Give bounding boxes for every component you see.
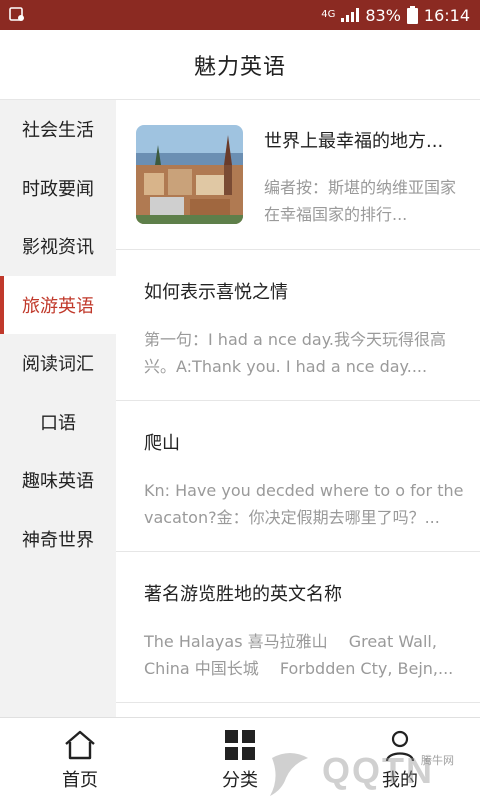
status-bar: 4G 83% 16:14 [0, 0, 480, 30]
article-summary: Kn: Have you decded where to o for the v… [144, 481, 464, 527]
clock: 16:14 [423, 5, 470, 25]
article-thumbnail [136, 125, 243, 224]
sidebar-item-label: 旅游英语 [22, 295, 94, 317]
battery-percent: 83% [365, 5, 401, 25]
battery-icon [406, 6, 418, 24]
list-item[interactable]: 著名游览胜地的英文名称 The Halayas 喜马拉雅山 Great Wall… [116, 552, 480, 703]
article-title: 爬山 [144, 433, 180, 454]
sidebar-item-social-life[interactable]: 社会生活 [0, 100, 116, 159]
page-title: 魅力英语 [193, 54, 286, 80]
nav-home-label: 首页 [62, 770, 98, 791]
sidebar-item-label: 阅读词汇 [22, 354, 94, 376]
sidebar-item-current-affairs[interactable]: 时政要闻 [0, 159, 116, 218]
article-summary: 第一句：I had a nce day.我今天玩得很高兴。A:Thank you… [144, 330, 446, 376]
article-summary: 编者按：斯堪的纳维亚国家在幸福国家的排行... [264, 178, 457, 224]
sidebar-item-fun-english[interactable]: 趣味英语 [0, 451, 116, 510]
grid-icon [224, 730, 256, 764]
sidebar-item-amazing-world[interactable]: 神奇世界 [0, 510, 116, 569]
nav-home-button[interactable]: 首页 [30, 718, 130, 800]
list-item[interactable]: 爬山 Kn: Have you decded where to o for th… [116, 401, 480, 552]
sidebar-item-label: 社会生活 [22, 120, 94, 142]
sidebar-item-spoken[interactable]: 口语 [0, 393, 116, 452]
sidebar-item-label: 时政要闻 [22, 178, 94, 200]
list-item[interactable]: 如何表示喜悦之情 第一句：I had a nce day.我今天玩得很高兴。A:… [116, 250, 480, 401]
network-type: 4G [321, 9, 336, 20]
article-title: 著名游览胜地的英文名称 [144, 584, 342, 605]
sidebar-item-travel-english[interactable]: 旅游英语 [0, 275, 116, 334]
watermark: QQTN 腾牛网 [262, 748, 472, 800]
article-list: 世界上最幸福的地方... 编者按：斯堪的纳维亚国家在幸福国家的排行... 如何表… [116, 100, 480, 717]
watermark-logo-icon [270, 753, 308, 796]
sidebar-item-reading-vocab[interactable]: 阅读词汇 [0, 334, 116, 393]
list-item[interactable] [116, 703, 480, 717]
watermark-small: 腾牛网 [421, 754, 454, 767]
list-item[interactable]: 世界上最幸福的地方... 编者按：斯堪的纳维亚国家在幸福国家的排行... [116, 100, 480, 250]
watermark-brand: QQTN [322, 750, 434, 791]
notification-icon [8, 5, 26, 23]
sidebar-item-label: 影视资讯 [22, 237, 94, 259]
sidebar-item-film-news[interactable]: 影视资讯 [0, 217, 116, 276]
category-sidebar: 社会生活 时政要闻 影视资讯 旅游英语 阅读词汇 口语 趣味英语 神奇世界 [0, 100, 116, 717]
article-title: 如何表示喜悦之情 [144, 282, 288, 303]
sidebar-item-label: 口语 [40, 412, 76, 434]
article-summary: The Halayas 喜马拉雅山 Great Wall, China 中国长城… [144, 632, 454, 678]
signal-icon [341, 8, 360, 22]
sidebar-item-label: 趣味英语 [22, 471, 94, 493]
header: 魅力英语 [0, 30, 480, 100]
sidebar-item-label: 神奇世界 [22, 529, 94, 551]
home-icon [64, 730, 96, 764]
article-title: 世界上最幸福的地方... [264, 131, 444, 152]
